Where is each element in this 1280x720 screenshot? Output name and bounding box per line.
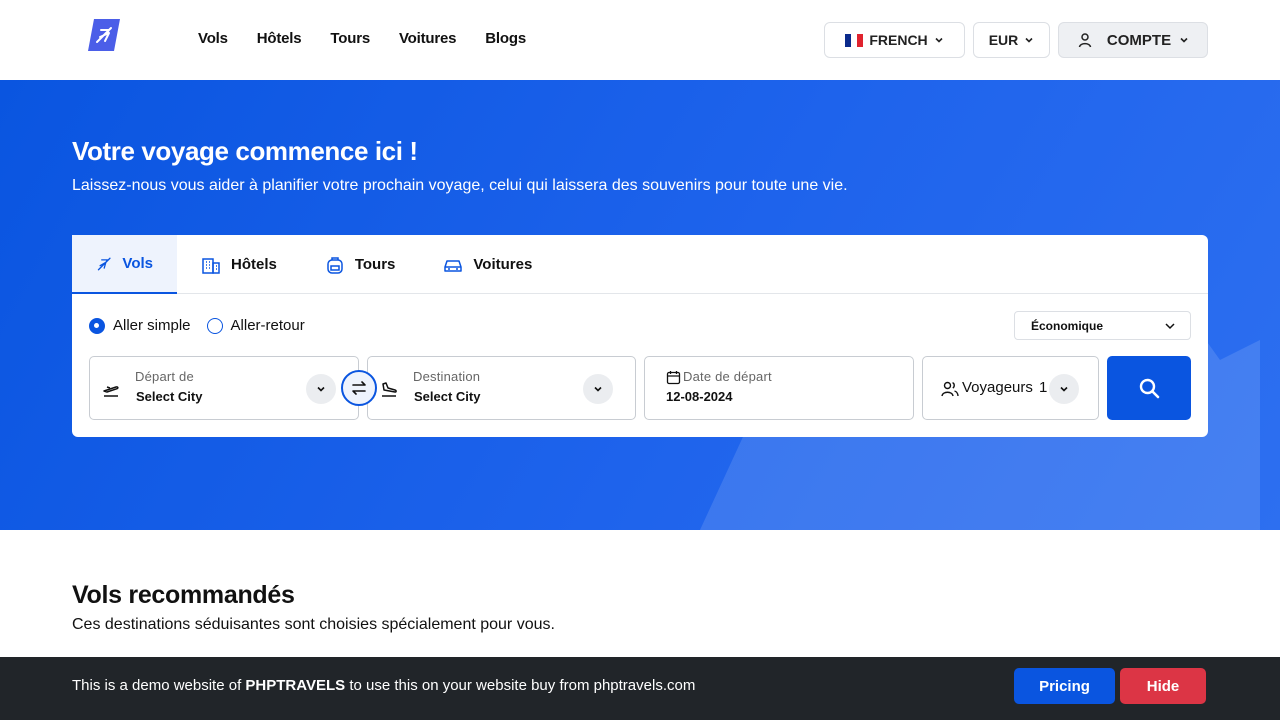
- radio-aller-retour[interactable]: Aller-retour: [206, 317, 305, 334]
- search-card: Vols Hôtels Tours Voitures Aller simple …: [72, 235, 1208, 437]
- travellers-label: Voyageurs: [962, 379, 1033, 396]
- building-icon: [202, 257, 220, 274]
- account-label: COMPTE: [1106, 31, 1172, 49]
- demo-notice-bar: This is a demo website of PHPTRAVELS to …: [0, 657, 1280, 720]
- plane-icon: [97, 257, 111, 270]
- chevron-down-icon: [594, 386, 602, 392]
- departure-field[interactable]: Départ de Select City: [89, 356, 359, 420]
- swap-cities-button[interactable]: [341, 370, 377, 406]
- demo-notice-text: This is a demo website of PHPTRAVELS to …: [72, 677, 695, 694]
- travellers-dropdown-button[interactable]: [1049, 374, 1079, 404]
- user-icon: [1078, 33, 1092, 48]
- search-icon: [1139, 378, 1160, 399]
- nav-vols[interactable]: Vols: [198, 30, 228, 47]
- demo-text-after: to use this on your website buy from php…: [345, 677, 696, 694]
- backpack-icon: [327, 256, 343, 274]
- trip-type-group: Aller simple Aller-retour: [89, 317, 305, 334]
- nav-hotels[interactable]: Hôtels: [257, 30, 302, 47]
- search-button[interactable]: [1107, 356, 1191, 420]
- main-nav: Vols Hôtels Tours Voitures Blogs: [198, 30, 555, 47]
- pricing-button[interactable]: Pricing: [1014, 668, 1115, 704]
- account-dropdown[interactable]: COMPTE: [1058, 22, 1208, 58]
- radio-aller-simple[interactable]: Aller simple: [89, 317, 191, 334]
- nav-tours[interactable]: Tours: [330, 30, 370, 47]
- chevron-down-icon: [1025, 37, 1033, 43]
- nav-voitures[interactable]: Voitures: [399, 30, 457, 47]
- tab-voitures[interactable]: Voitures: [419, 235, 556, 294]
- date-value: 12-08-2024: [666, 389, 733, 404]
- tab-label: Vols: [122, 255, 153, 272]
- calendar-icon: [666, 371, 681, 385]
- chevron-down-icon: [1165, 322, 1175, 329]
- tab-label: Tours: [354, 256, 396, 273]
- plane-landing-icon: [382, 382, 397, 397]
- date-label: Date de départ: [683, 369, 772, 384]
- departure-value: Select City: [136, 389, 203, 404]
- radio-button[interactable]: [89, 317, 105, 334]
- car-icon: [444, 259, 463, 272]
- recommended-title: Vols recommandés: [72, 581, 295, 609]
- users-icon: [941, 381, 959, 397]
- currency-dropdown[interactable]: EUR: [973, 22, 1050, 58]
- demo-brand: PHPTRAVELS: [245, 677, 346, 694]
- radio-label: Aller-retour: [230, 317, 305, 334]
- tab-label: Hôtels: [231, 256, 277, 273]
- recommended-subtitle: Ces destinations séduisantes sont choisi…: [72, 616, 555, 633]
- destination-field[interactable]: Destination Select City: [367, 356, 636, 420]
- radio-label: Aller simple: [113, 317, 191, 334]
- destination-value: Select City: [414, 389, 481, 404]
- language-label: FRENCH: [869, 32, 928, 48]
- plane-takeoff-icon: [103, 386, 119, 397]
- search-tabs: Vols Hôtels Tours Voitures: [72, 235, 1208, 294]
- demo-text-before: This is a demo website of: [72, 677, 246, 694]
- language-dropdown[interactable]: FRENCH: [824, 22, 965, 58]
- hide-button[interactable]: Hide: [1120, 668, 1206, 704]
- chevron-down-icon: [1060, 386, 1068, 392]
- departure-dropdown-button[interactable]: [306, 374, 336, 404]
- departure-date-field[interactable]: Date de départ 12-08-2024: [644, 356, 914, 420]
- plane-logo-icon[interactable]: [88, 19, 120, 51]
- travellers-count: 1: [1039, 379, 1048, 396]
- chevron-down-icon: [1180, 37, 1188, 43]
- departure-label: Départ de: [135, 369, 194, 384]
- cabin-class-select[interactable]: Économique: [1014, 311, 1191, 340]
- hero-title: Votre voyage commence ici !: [72, 136, 418, 166]
- travellers-field[interactable]: Voyageurs 1: [922, 356, 1099, 420]
- nav-blogs[interactable]: Blogs: [485, 30, 526, 47]
- french-flag-icon: [845, 33, 864, 47]
- site-header: Vols Hôtels Tours Voitures Blogs FRENCH …: [0, 0, 1280, 80]
- chevron-down-icon: [935, 37, 943, 43]
- tab-vols[interactable]: Vols: [72, 235, 177, 294]
- destination-label: Destination: [413, 369, 481, 384]
- radio-button[interactable]: [206, 317, 223, 334]
- tab-label: Voitures: [473, 256, 533, 273]
- cabin-class-value: Économique: [1031, 318, 1104, 333]
- tab-hotels[interactable]: Hôtels: [177, 235, 301, 294]
- swap-arrows-icon: [352, 381, 366, 395]
- hero-subtitle: Laissez-nous vous aider à planifier votr…: [72, 177, 848, 194]
- currency-label: EUR: [988, 32, 1019, 48]
- destination-dropdown-button[interactable]: [583, 374, 613, 404]
- chevron-down-icon: [317, 386, 325, 392]
- tab-tours[interactable]: Tours: [301, 235, 420, 294]
